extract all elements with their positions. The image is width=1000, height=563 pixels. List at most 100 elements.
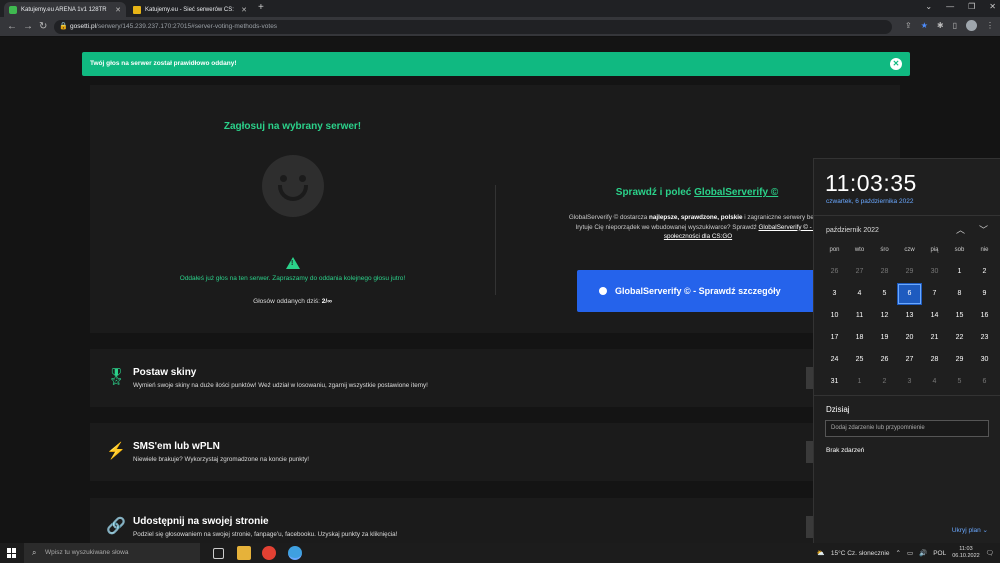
calendar-day[interactable]: 26: [822, 261, 847, 283]
calendar-day[interactable]: 27: [897, 349, 922, 371]
calendar-day[interactable]: 4: [922, 371, 947, 393]
calendar-day[interactable]: 24: [822, 349, 847, 371]
calendar-day[interactable]: 22: [947, 327, 972, 349]
start-windows-icon[interactable]: [7, 548, 17, 558]
card-sms: ⚡ SMS'em lub wPLN Niewiele brakuje? Wyko…: [90, 423, 900, 481]
chrome-profile-icon[interactable]: [288, 546, 302, 560]
tab-katujemy-arena[interactable]: Katujemy.eu ARENA 1v1 128TR ✕: [4, 2, 126, 17]
task-view-icon[interactable]: [213, 548, 224, 559]
notification-icon[interactable]: 🗨: [986, 549, 994, 557]
globalserverify-title-link[interactable]: GlobalServerify ©: [694, 187, 778, 198]
calendar-day[interactable]: 8: [947, 283, 972, 305]
address-bar: ← → ↻ 🔒 gosetti.pl/serwery/145.239.237.1…: [0, 17, 1000, 37]
extensions-icon[interactable]: ✱: [937, 21, 944, 30]
close-tab-icon[interactable]: ✕: [241, 6, 247, 14]
calendar-day[interactable]: 25: [847, 349, 872, 371]
card-desc: Niewiele brakuje? Wykorzystaj zgromadzon…: [133, 456, 309, 463]
tab-search-icon[interactable]: ⌄: [925, 2, 932, 11]
calendar-day[interactable]: 11: [847, 305, 872, 327]
new-tab-icon[interactable]: +: [258, 2, 264, 13]
calendar-day[interactable]: 30: [922, 261, 947, 283]
share-icon[interactable]: ⇪: [905, 21, 912, 30]
calendar-day[interactable]: 17: [822, 327, 847, 349]
toolbar-icons: ⇪ ★ ✱ ▯ ⋮: [905, 20, 994, 31]
calendar-day[interactable]: 5: [947, 371, 972, 393]
calendar-day[interactable]: 29: [947, 349, 972, 371]
calendar-day[interactable]: 28: [922, 349, 947, 371]
volume-icon[interactable]: 🔊: [919, 549, 927, 557]
previous-month-icon[interactable]: ︿: [956, 223, 965, 236]
weekday-header: śro: [880, 247, 889, 253]
card-title: Udostępnij na swojej stronie: [133, 516, 269, 527]
taskbar-clock[interactable]: 11:03 06.10.2022: [952, 546, 980, 560]
calendar-day[interactable]: 14: [922, 305, 947, 327]
card-desc: Wymień swoje skiny na duże ilości punktó…: [133, 382, 428, 389]
calendar-day[interactable]: 27: [847, 261, 872, 283]
menu-icon[interactable]: ⋮: [986, 21, 994, 30]
calendar-day[interactable]: 10: [822, 305, 847, 327]
card-title: SMS'em lub wPLN: [133, 441, 220, 452]
calendar-day[interactable]: 5: [872, 283, 897, 305]
next-month-icon[interactable]: ﹀: [979, 223, 988, 236]
taskbar-search[interactable]: ⌕ Wpisz tu wyszukiwane słowa: [24, 543, 200, 563]
community-link[interactable]: społeczności dla CS:GO: [664, 233, 732, 240]
calendar-day[interactable]: 12: [872, 305, 897, 327]
globalserverify-desc-link[interactable]: GlobalServerify © - do: [759, 224, 821, 231]
calendar-day[interactable]: 3: [822, 283, 847, 305]
clock-date[interactable]: czwartek, 6 października 2022: [826, 198, 913, 205]
sidepanel-icon[interactable]: ▯: [953, 21, 957, 30]
lock-icon: 🔒: [59, 23, 68, 30]
hide-plan-link[interactable]: Ukryj plan ⌄: [952, 526, 988, 534]
calendar-day[interactable]: 7: [922, 283, 947, 305]
forward-icon[interactable]: →: [23, 21, 33, 32]
calendar-day-today[interactable]: 6: [897, 283, 922, 305]
calendar-day[interactable]: 15: [947, 305, 972, 327]
success-alert: Twój głos na serwer został prawidłowo od…: [82, 52, 910, 76]
calendar-day[interactable]: 9: [972, 283, 997, 305]
award-icon: 🎖: [106, 369, 127, 386]
back-icon[interactable]: ←: [7, 21, 17, 32]
calendar-day[interactable]: 16: [972, 305, 997, 327]
language-indicator[interactable]: POL: [933, 550, 946, 557]
profile-avatar[interactable]: [966, 20, 977, 31]
url-field[interactable]: 🔒 gosetti.pl/serwery/145.239.237.170:270…: [54, 20, 892, 34]
tab-katujemy-siec[interactable]: Katujemy.eu - Sieć serwerów CS: ✕: [128, 2, 252, 17]
add-event-input[interactable]: Dodaj zdarzenie lub przypomnienie: [825, 420, 989, 437]
calendar-day[interactable]: 20: [897, 327, 922, 349]
calendar-day[interactable]: 26: [872, 349, 897, 371]
taskbar: ⌕ Wpisz tu wyszukiwane słowa ⛅ 15°C Cz. …: [0, 543, 1000, 563]
calendar-day[interactable]: 1: [947, 261, 972, 283]
calendar-day[interactable]: 21: [922, 327, 947, 349]
calendar-day[interactable]: 4: [847, 283, 872, 305]
calendar-day[interactable]: 31: [822, 371, 847, 393]
votes-today: Głosów oddanych dziś: 2/∞: [90, 298, 495, 305]
calendar-day[interactable]: 19: [872, 327, 897, 349]
calendar-day[interactable]: 13: [897, 305, 922, 327]
calendar-day[interactable]: 28: [872, 261, 897, 283]
close-window-icon[interactable]: ✕: [989, 2, 996, 11]
restore-icon[interactable]: ❐: [968, 2, 975, 11]
bookmark-star-icon[interactable]: ★: [921, 21, 928, 30]
tray-overflow-icon[interactable]: ⌃: [895, 549, 900, 557]
calendar-day[interactable]: 30: [972, 349, 997, 371]
calendar-day[interactable]: 29: [897, 261, 922, 283]
calendar-day[interactable]: 23: [972, 327, 997, 349]
calendar-grid: pon wto śro czw pią sob nie 26 27 28 29 30 1 2 3 4 5 6 7 8 9…: [822, 247, 997, 393]
reload-icon[interactable]: ↻: [39, 21, 47, 32]
weather-text[interactable]: 15°C Cz. słonecznie: [831, 550, 890, 557]
votes-today-label: Głosów oddanych dziś:: [253, 298, 320, 305]
url-domain: gosetti.pl: [70, 23, 97, 30]
calendar-day[interactable]: 6: [972, 371, 997, 393]
calendar-day[interactable]: 1: [847, 371, 872, 393]
calendar-day[interactable]: 2: [872, 371, 897, 393]
close-alert-icon[interactable]: ✕: [890, 58, 902, 70]
calendar-month[interactable]: październik 2022: [826, 227, 879, 234]
chrome-icon[interactable]: [262, 546, 276, 560]
calendar-day[interactable]: 18: [847, 327, 872, 349]
calendar-day[interactable]: 2: [972, 261, 997, 283]
close-tab-icon[interactable]: ✕: [115, 6, 121, 14]
calendar-day[interactable]: 3: [897, 371, 922, 393]
minimize-icon[interactable]: —: [946, 2, 954, 11]
network-icon[interactable]: ▭: [907, 549, 913, 557]
file-explorer-icon[interactable]: [237, 546, 251, 560]
